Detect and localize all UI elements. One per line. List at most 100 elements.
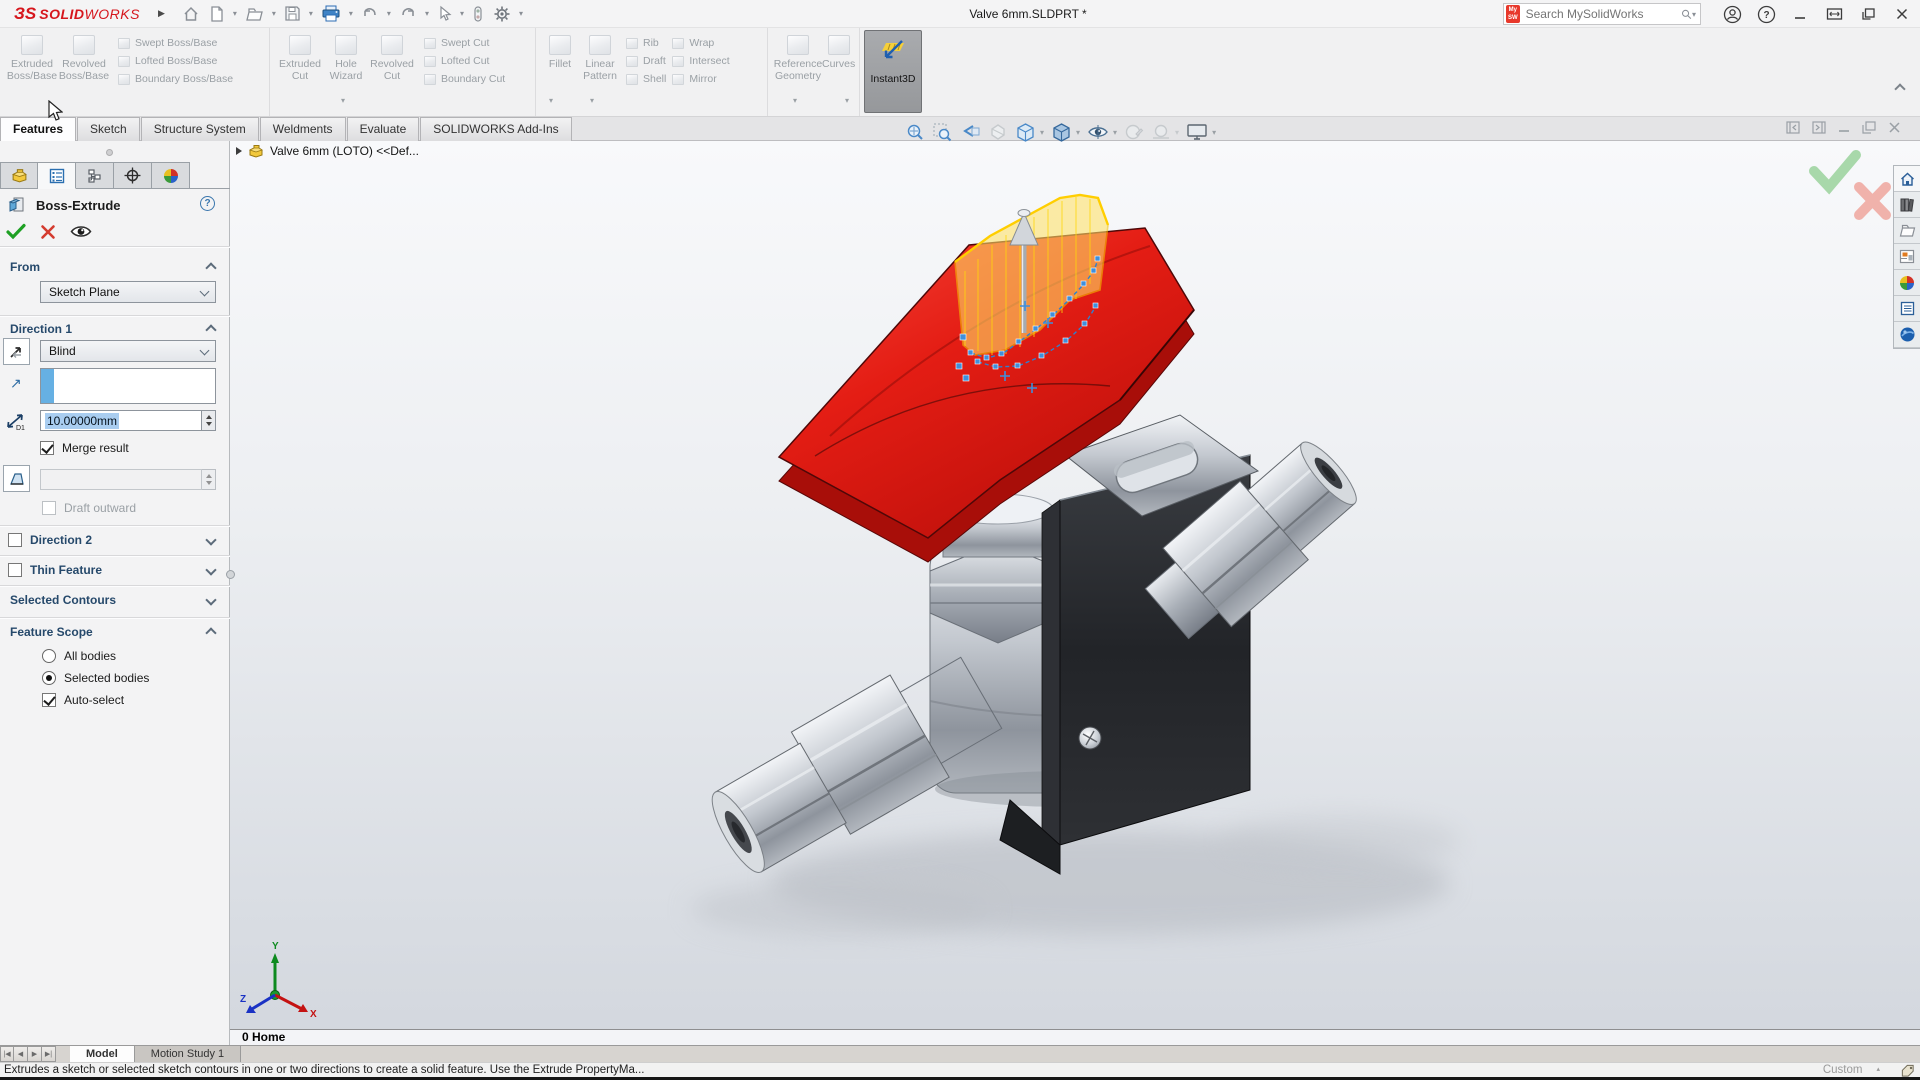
direction-reference-selection-box[interactable]	[40, 368, 216, 404]
search-input[interactable]	[1525, 7, 1681, 21]
appearances-scenes-button[interactable]	[1894, 270, 1920, 296]
mirror-button[interactable]: Mirror	[672, 73, 729, 85]
feature-tree-breadcrumb[interactable]: Valve 6mm (LOTO) <<Def...	[236, 144, 419, 158]
from-collapse-chevron[interactable]	[205, 262, 217, 274]
search-box[interactable]: MySW ▾	[1503, 3, 1701, 25]
intersect-button[interactable]: Intersect	[672, 55, 730, 67]
view-orientation-caret[interactable]: ▾	[1040, 128, 1044, 137]
file-explorer-button[interactable]	[1894, 218, 1920, 244]
tab-display-manager[interactable]	[152, 162, 190, 189]
redo-button[interactable]	[396, 4, 420, 24]
doc-close-button[interactable]	[1888, 121, 1901, 134]
breadcrumb-label[interactable]: Valve 6mm (LOTO) <<Def...	[270, 144, 419, 158]
print-caret[interactable]: ▾	[349, 9, 353, 18]
hide-show-items-caret[interactable]: ▾	[1113, 128, 1117, 137]
section-view-button[interactable]	[988, 122, 1008, 142]
zoom-to-area-button[interactable]	[932, 122, 952, 142]
design-library-button[interactable]	[1894, 192, 1920, 218]
direction1-collapse-chevron[interactable]	[205, 324, 217, 336]
print-button[interactable]	[318, 3, 344, 25]
section-feature-scope[interactable]: Feature Scope	[10, 625, 93, 639]
depth-spinner[interactable]	[202, 410, 216, 431]
end-condition-dropdown[interactable]: Blind	[40, 340, 216, 362]
boundary-cut-button[interactable]: Boundary Cut	[424, 73, 505, 85]
display-style-caret[interactable]: ▾	[1076, 128, 1080, 137]
ribbon-collapse-button[interactable]	[1894, 82, 1910, 95]
tab-property-manager[interactable]	[38, 162, 76, 189]
tree-expand-arrow[interactable]	[236, 147, 242, 155]
zoom-to-fit-button[interactable]	[905, 122, 925, 142]
previous-view-button[interactable]	[959, 122, 981, 142]
save-caret[interactable]: ▾	[309, 9, 313, 18]
new-document-caret[interactable]: ▾	[233, 9, 237, 18]
draft-on-off-button[interactable]	[3, 465, 30, 492]
help-button[interactable]: ?	[1754, 3, 1778, 25]
redo-caret[interactable]: ▾	[425, 9, 429, 18]
home-button[interactable]	[179, 3, 203, 25]
draft-button[interactable]: Draft	[626, 55, 666, 67]
pm-preview-eye-button[interactable]	[70, 224, 92, 239]
feature-scope-collapse-chevron[interactable]	[205, 627, 217, 639]
extruded-cut-button[interactable]: Extruded Cut	[276, 31, 324, 116]
confirm-cancel-icon[interactable]	[1854, 182, 1891, 220]
instant3d-button[interactable]: Instant3D	[864, 30, 922, 113]
tab-feature-tree[interactable]	[0, 162, 38, 189]
tag-editor-icon[interactable]	[1901, 1064, 1916, 1077]
units-caret[interactable]: ▴	[1876, 1063, 1880, 1077]
swept-boss-base-button[interactable]: Swept Boss/Base	[118, 37, 233, 49]
curves-button[interactable]: Curves	[822, 31, 855, 116]
shell-button[interactable]: Shell	[626, 73, 666, 85]
direction2-checkbox[interactable]	[8, 533, 22, 547]
tab-scroll-first-button[interactable]: |◀	[0, 1046, 14, 1062]
tab-weldments[interactable]: Weldments	[259, 117, 346, 141]
swept-cut-button[interactable]: Swept Cut	[424, 37, 505, 49]
pm-help-button[interactable]: ?	[200, 196, 215, 211]
model-3d-valve[interactable]	[230, 141, 1920, 1045]
hole-wizard-caret[interactable]: ▾	[341, 96, 345, 105]
close-button[interactable]	[1890, 3, 1914, 25]
minimize-button[interactable]	[1788, 3, 1812, 25]
undo-button[interactable]	[358, 4, 382, 24]
linear-pattern-button[interactable]: Linear Pattern	[578, 31, 622, 116]
doc-restore-button[interactable]	[1862, 121, 1876, 134]
view-orientation-button[interactable]	[1015, 122, 1036, 143]
thin-feature-row[interactable]: Thin Feature	[8, 563, 102, 577]
hide-show-items-button[interactable]	[1087, 122, 1109, 142]
auto-select-checkbox[interactable]	[42, 693, 56, 707]
graphics-area[interactable]: Y X Z 0 Home	[230, 141, 1920, 1045]
tab-dimxpert[interactable]	[114, 162, 152, 189]
curves-caret[interactable]: ▾	[845, 96, 849, 105]
tab-scroll-last-button[interactable]: ▶|	[42, 1046, 56, 1062]
apply-scene-button[interactable]	[1151, 122, 1171, 142]
reference-geometry-button[interactable]: Reference Geometry	[774, 31, 822, 116]
options-button[interactable]	[490, 3, 514, 25]
tab-scroll-prev-button[interactable]: ◀	[14, 1046, 28, 1062]
fillet-button[interactable]: Fillet	[542, 31, 578, 116]
tab-sketch[interactable]: Sketch	[77, 117, 140, 141]
options-caret[interactable]: ▾	[519, 9, 523, 18]
panel-splitter-handle[interactable]	[226, 570, 235, 579]
menu-flyout-arrow[interactable]: ▶	[158, 8, 165, 19]
collapse-pane-left-button[interactable]	[1786, 121, 1800, 134]
all-bodies-row[interactable]: All bodies	[42, 649, 116, 663]
fillet-caret[interactable]: ▾	[549, 96, 553, 105]
display-style-button[interactable]	[1051, 122, 1072, 143]
tab-configurations[interactable]	[76, 162, 114, 189]
3dexperience-button[interactable]	[1894, 322, 1920, 348]
wrap-button[interactable]: Wrap	[672, 37, 729, 49]
restore-button[interactable]	[1856, 3, 1880, 25]
collapse-pane-right-button[interactable]	[1812, 121, 1826, 134]
open-caret[interactable]: ▾	[272, 9, 276, 18]
tab-solidworks-add-ins[interactable]: SOLIDWORKS Add-Ins	[420, 117, 572, 141]
direction2-row[interactable]: Direction 2	[8, 533, 92, 547]
rib-button[interactable]: Rib	[626, 37, 666, 49]
depth-field[interactable]: 10.00000mm	[40, 410, 202, 431]
tab-motion-study-1[interactable]: Motion Study 1	[134, 1046, 242, 1062]
start-condition-dropdown[interactable]: Sketch Plane	[40, 281, 216, 303]
hole-wizard-button[interactable]: Hole Wizard	[324, 31, 368, 116]
user-account-button[interactable]	[1720, 3, 1744, 25]
tab-features[interactable]: Features	[0, 117, 77, 141]
task-pane-home-button[interactable]	[1894, 166, 1920, 192]
select-caret[interactable]: ▾	[460, 9, 464, 18]
select-button[interactable]	[434, 3, 455, 24]
